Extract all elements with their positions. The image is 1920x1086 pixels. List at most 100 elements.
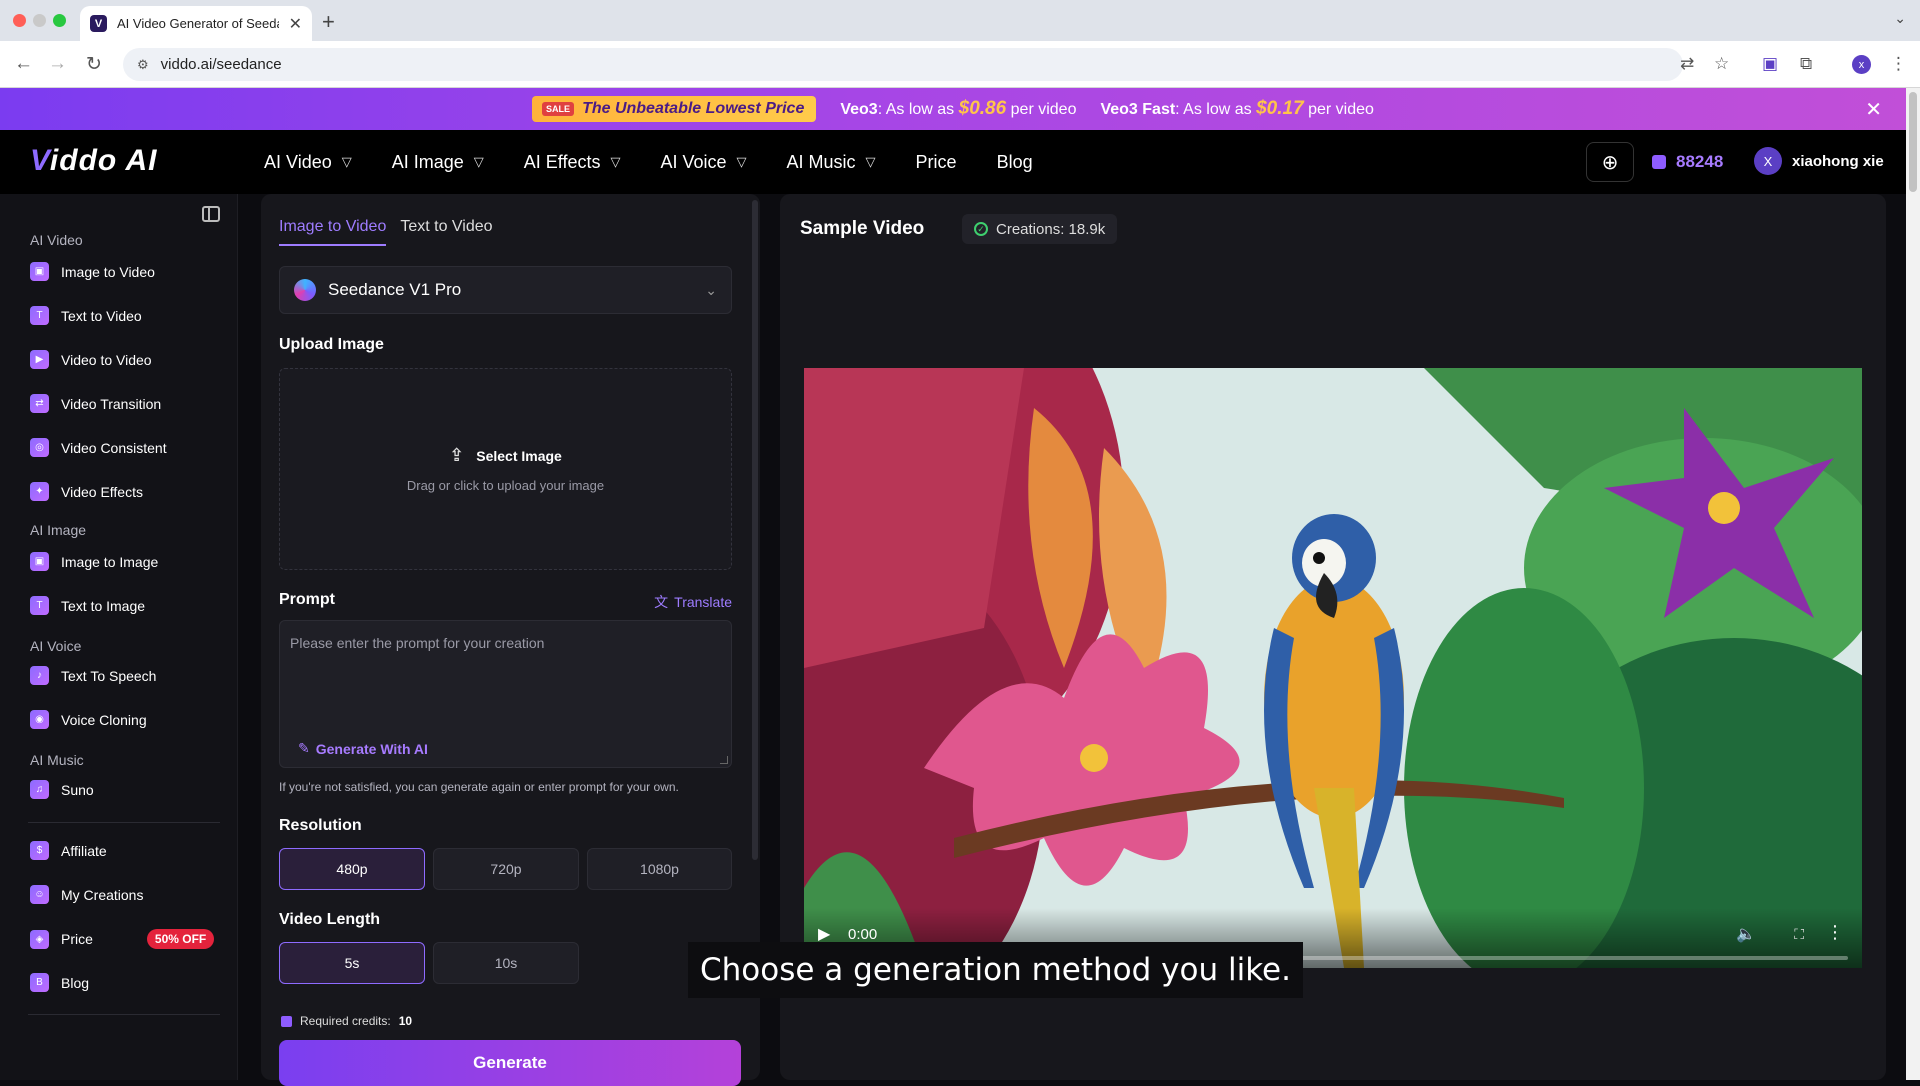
generate-button[interactable]: Generate bbox=[279, 1040, 741, 1086]
translate-button[interactable]: 文 Translate bbox=[654, 592, 732, 612]
veo3-fast-price: $0.17 bbox=[1256, 98, 1304, 119]
sidebar-item-video-to-video[interactable]: ▶ Video to Video bbox=[30, 350, 152, 369]
extension-icon[interactable]: ▣ bbox=[1762, 54, 1778, 74]
more-options-icon[interactable]: ⋮ bbox=[1826, 922, 1844, 943]
generate-with-ai-button[interactable]: ✎ Generate With AI bbox=[298, 740, 428, 757]
resolution-720p[interactable]: 720p bbox=[433, 848, 579, 890]
voice-cloning-icon: ◉ bbox=[30, 710, 49, 729]
sidebar-item-text-to-video[interactable]: T Text to Video bbox=[30, 306, 142, 325]
resolution-480p[interactable]: 480p bbox=[279, 848, 425, 890]
sidebar-item-affiliate[interactable]: $ Affiliate bbox=[30, 841, 107, 860]
nav-ai-image[interactable]: AI Image ▽ bbox=[392, 152, 484, 173]
sale-tag-icon: SALE bbox=[542, 102, 575, 116]
nav-ai-effects[interactable]: AI Effects ▽ bbox=[524, 152, 621, 173]
nav-ai-video[interactable]: AI Video ▽ bbox=[264, 152, 352, 173]
sidebar-item-price[interactable]: ◈ Price 50% OFF bbox=[30, 929, 215, 949]
chevron-down-icon: ▽ bbox=[865, 154, 876, 169]
play-icon[interactable]: ▶ bbox=[818, 924, 830, 944]
prompt-placeholder: Please enter the prompt for your creatio… bbox=[290, 635, 545, 651]
sidebar-item-suno[interactable]: ♫ Suno bbox=[30, 780, 94, 799]
sidebar-item-video-effects[interactable]: ✦ Video Effects bbox=[30, 482, 143, 501]
sidebar-item-blog[interactable]: B Blog bbox=[30, 973, 89, 992]
image-dropzone[interactable]: ⇪ Select Image Drag or click to upload y… bbox=[279, 368, 732, 570]
back-icon[interactable]: ← bbox=[14, 53, 33, 75]
tab-menu-icon[interactable]: ⌄ bbox=[1894, 10, 1906, 27]
credits-balance[interactable]: 88248 bbox=[1652, 152, 1723, 172]
text-to-image-icon: T bbox=[30, 596, 49, 615]
image-to-image-icon: ▣ bbox=[30, 552, 49, 571]
chevron-down-icon: ▽ bbox=[341, 154, 352, 169]
image-to-video-icon: ▣ bbox=[30, 262, 49, 281]
sample-video-player[interactable]: ▶ 0:00 🔈 ⛶ ⋮ bbox=[804, 368, 1862, 968]
affiliate-icon: $ bbox=[30, 841, 49, 860]
select-image-button[interactable]: ⇪ Select Image bbox=[449, 445, 562, 466]
sidebar-item-my-creations[interactable]: ☺ My Creations bbox=[30, 885, 143, 904]
length-10s[interactable]: 10s bbox=[433, 942, 579, 984]
new-tab-icon[interactable]: + bbox=[322, 9, 335, 35]
browser-profile-avatar[interactable]: x bbox=[1852, 55, 1871, 74]
nav-price[interactable]: Price bbox=[916, 152, 957, 173]
tab-text-to-video[interactable]: Text to Video bbox=[400, 218, 492, 246]
nav-ai-music[interactable]: AI Music ▽ bbox=[787, 152, 876, 173]
sidebar-group-ai-image: AI Image bbox=[30, 522, 87, 538]
blog-icon: B bbox=[30, 973, 49, 992]
fullscreen-icon[interactable]: ⛶ bbox=[1794, 926, 1804, 943]
chevron-down-icon: ▽ bbox=[736, 154, 747, 169]
magic-wand-icon: ✎ bbox=[298, 740, 310, 756]
user-menu[interactable]: X xiaohong xie bbox=[1754, 147, 1884, 175]
sidebar-item-voice-cloning[interactable]: ◉ Voice Cloning bbox=[30, 710, 147, 729]
sidebar-item-text-to-speech[interactable]: ♪ Text To Speech bbox=[30, 666, 156, 685]
resolution-1080p[interactable]: 1080p bbox=[587, 848, 732, 890]
sidebar: AI Video ▣ Image to Video T Text to Video … bbox=[0, 194, 238, 1080]
sidebar-item-video-consistent[interactable]: ◎ Video Consistent bbox=[30, 438, 167, 457]
sidebar-item-image-to-image[interactable]: ▣ Image to Image bbox=[30, 552, 158, 571]
tab-image-to-video[interactable]: Image to Video bbox=[279, 218, 387, 246]
browser-menu-icon[interactable]: ⋮ bbox=[1890, 54, 1907, 74]
page-scrollbar[interactable] bbox=[1906, 88, 1920, 1080]
music-note-icon: ♫ bbox=[30, 780, 49, 799]
browser-tab-bar: V AI Video Generator of Seedance ✕ + ⌄ bbox=[0, 0, 1920, 41]
video-to-video-icon: ▶ bbox=[30, 350, 49, 369]
page-scrollbar-thumb[interactable] bbox=[1909, 92, 1917, 192]
prompt-textarea[interactable]: Please enter the prompt for your creatio… bbox=[279, 620, 732, 768]
generation-form: Image to Video Text to Video Seedance V1… bbox=[261, 194, 760, 1086]
maximize-window-button[interactable] bbox=[53, 14, 66, 27]
volume-icon[interactable]: 🔈 bbox=[1736, 924, 1756, 944]
viddo-logo[interactable]: Viddo AI bbox=[30, 144, 157, 178]
nav-ai-voice[interactable]: AI Voice ▽ bbox=[660, 152, 746, 173]
sidebar-item-video-transition[interactable]: ⇄ Video Transition bbox=[30, 394, 161, 413]
close-banner-icon[interactable]: ✕ bbox=[1865, 97, 1882, 122]
sidebar-item-image-to-video[interactable]: ▣ Image to Video bbox=[30, 262, 155, 281]
form-scrollbar[interactable] bbox=[752, 200, 758, 860]
upload-icon: ⇪ bbox=[449, 445, 465, 465]
creations-badge: ✓ Creations: 18.9k bbox=[962, 214, 1118, 244]
minimize-window-button[interactable] bbox=[33, 14, 46, 27]
site-settings-icon[interactable]: ⚙ bbox=[137, 57, 149, 73]
text-to-speech-icon: ♪ bbox=[30, 666, 49, 685]
language-globe-icon[interactable]: ⊕ bbox=[1586, 142, 1634, 182]
model-select[interactable]: Seedance V1 Pro ⌄ bbox=[279, 266, 732, 314]
video-effects-icon: ✦ bbox=[30, 482, 49, 501]
chevron-down-icon: ▽ bbox=[610, 154, 621, 169]
translate-page-icon[interactable]: ⇄ bbox=[1680, 54, 1694, 74]
length-5s[interactable]: 5s bbox=[279, 942, 425, 984]
promo-pill-text: The Unbeatable Lowest Price bbox=[582, 100, 805, 117]
reload-icon[interactable]: ↻ bbox=[86, 53, 102, 76]
promo-pill[interactable]: SALE The Unbeatable Lowest Price bbox=[532, 96, 817, 122]
collapse-sidebar-icon[interactable] bbox=[202, 206, 220, 222]
extensions-puzzle-icon[interactable]: ⧉ bbox=[1800, 54, 1812, 74]
bookmark-star-icon[interactable]: ☆ bbox=[1714, 54, 1729, 74]
video-consistent-icon: ◎ bbox=[30, 438, 49, 457]
browser-tab[interactable]: V AI Video Generator of Seedance ✕ bbox=[80, 6, 312, 41]
credits-coin-icon bbox=[281, 1015, 292, 1027]
close-tab-icon[interactable]: ✕ bbox=[289, 14, 302, 34]
sidebar-item-text-to-image[interactable]: T Text to Image bbox=[30, 596, 145, 615]
resize-handle[interactable] bbox=[720, 756, 728, 764]
tutorial-caption: Choose a generation method you like. bbox=[688, 942, 1303, 998]
forward-icon[interactable]: → bbox=[48, 53, 67, 75]
seedance-logo-icon bbox=[294, 279, 316, 301]
close-window-button[interactable] bbox=[13, 14, 26, 27]
nav-blog[interactable]: Blog bbox=[997, 152, 1033, 173]
url-field[interactable]: ⚙ viddo.ai/seedance bbox=[123, 48, 1683, 81]
video-length-label: Video Length bbox=[279, 911, 381, 928]
